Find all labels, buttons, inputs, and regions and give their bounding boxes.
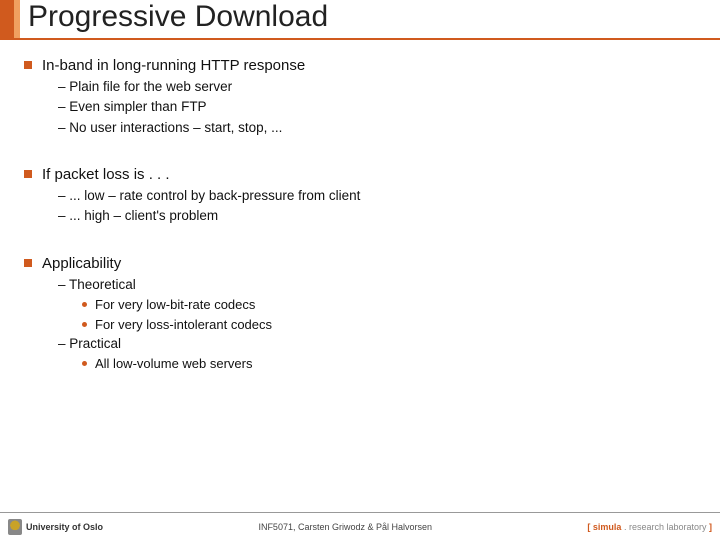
sub-item: Practical bbox=[58, 335, 694, 353]
square-bullet-icon bbox=[24, 259, 32, 267]
slide-footer: University of Oslo INF5071, Carsten Griw… bbox=[0, 512, 720, 540]
square-bullet-icon bbox=[24, 61, 32, 69]
sub-item: ... high – client's problem bbox=[58, 207, 694, 225]
section-heading: If packet loss is . . . bbox=[42, 166, 170, 183]
section-heading: Applicability bbox=[42, 255, 121, 272]
sub-sub-item: For very low-bit-rate codecs bbox=[82, 296, 694, 314]
sub-item: ... low – rate control by back-pressure … bbox=[58, 187, 694, 205]
brand-rest: research laboratory bbox=[629, 522, 707, 532]
sub-item: Theoretical bbox=[58, 276, 694, 294]
sub-sub-item: All low-volume web servers bbox=[82, 355, 694, 373]
title-accent-bar bbox=[0, 0, 14, 38]
sub-item: Even simpler than FTP bbox=[58, 98, 694, 116]
simula-brand: simula bbox=[593, 522, 622, 532]
slide-content: In-band in long-running HTTP response Pl… bbox=[24, 50, 694, 373]
title-accent-bar-light bbox=[14, 0, 20, 38]
footer-left: University of Oslo bbox=[8, 519, 103, 535]
uio-crest-icon bbox=[8, 519, 22, 535]
square-bullet-icon bbox=[24, 170, 32, 178]
bullet-section-1: In-band in long-running HTTP response bbox=[24, 56, 694, 76]
slide-title: Progressive Download bbox=[28, 0, 328, 34]
bullet-section-2: If packet loss is . . . bbox=[24, 165, 694, 185]
title-underline bbox=[0, 38, 720, 40]
sub-item: Plain file for the web server bbox=[58, 78, 694, 96]
brand-dot: . bbox=[621, 522, 629, 532]
sub-sub-item: For very loss-intolerant codecs bbox=[82, 316, 694, 334]
footer-left-text: University of Oslo bbox=[26, 522, 103, 532]
sub-item: No user interactions – start, stop, ... bbox=[58, 119, 694, 137]
bullet-section-3: Applicability bbox=[24, 254, 694, 274]
bracket-close: ] bbox=[707, 522, 713, 532]
footer-center: INF5071, Carsten Griwodz & Pål Halvorsen bbox=[103, 522, 587, 532]
section-heading: In-band in long-running HTTP response bbox=[42, 57, 305, 74]
footer-right: [ simula . research laboratory ] bbox=[587, 522, 712, 532]
